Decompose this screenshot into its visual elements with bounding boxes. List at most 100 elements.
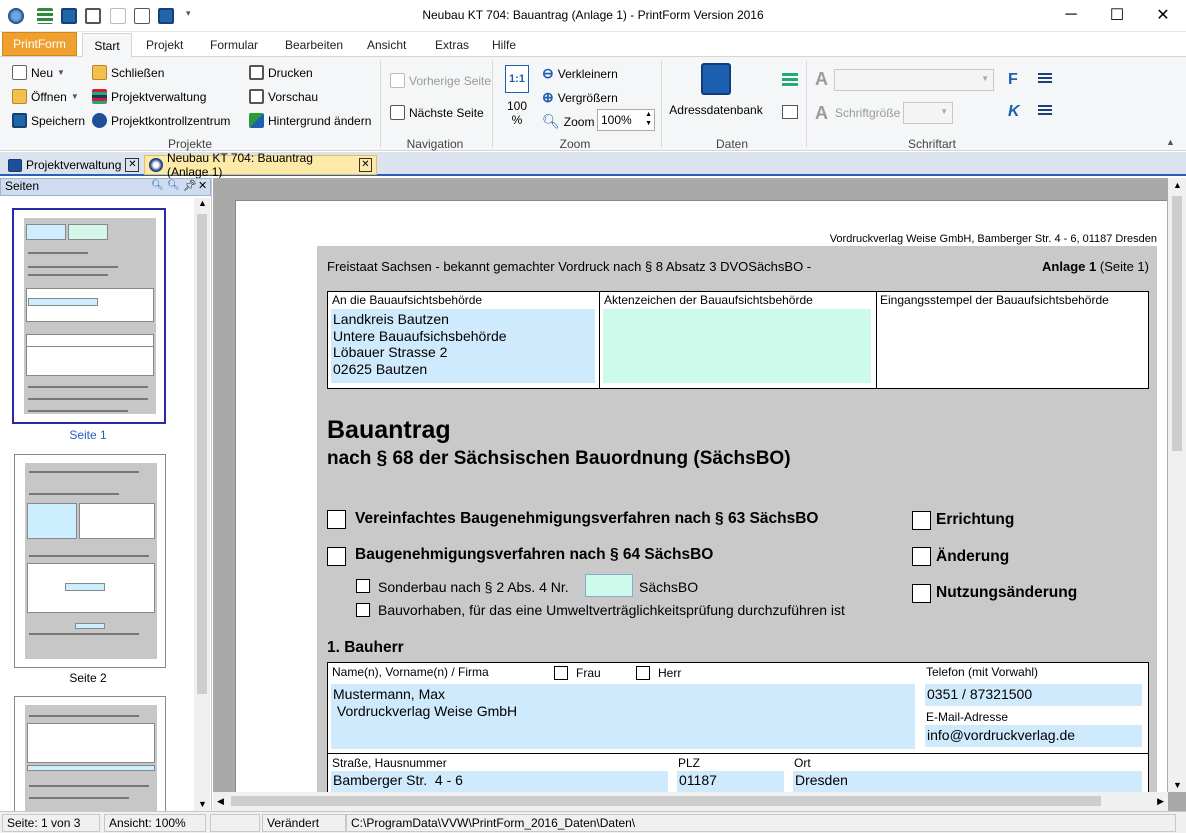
zoom-input[interactable]: 100% ▲ ▼ [597,109,655,131]
scroll-down-icon[interactable]: ▼ [198,799,207,809]
ort-label: Ort [794,756,811,770]
checkbox-herr[interactable] [636,666,650,680]
email-field[interactable]: info@vordruckverlag.de [925,725,1142,747]
plz-field[interactable]: 01187 [677,771,784,793]
checkbox-aenderung[interactable] [912,547,931,566]
open-button[interactable]: Öffnen ▼ [12,89,79,104]
printform-app-tab[interactable]: PrintForm [2,32,77,56]
checkbox-frau[interactable] [554,666,568,680]
tab-extras[interactable]: Extras [435,38,469,52]
scroll-right-icon[interactable]: ▶ [1157,796,1164,807]
tab-ansicht[interactable]: Ansicht [367,38,406,52]
pages-scrollbar[interactable]: ▲ ▼ [194,198,210,811]
thumb-line [28,410,128,412]
preview-button[interactable]: Vorschau [249,89,318,104]
checkbox-vereinfacht[interactable] [327,510,346,529]
change-background-button[interactable]: Hintergrund ändern [249,113,371,128]
address-database-button[interactable]: Adressdatenbank [668,63,764,117]
background-icon [249,113,264,128]
page-label-1[interactable]: Seite 1 [13,428,163,442]
italic-button[interactable]: K [1008,103,1020,121]
previous-page-button[interactable]: Vorherige Seite [390,73,491,88]
file-reference-field[interactable] [603,309,871,383]
font-family-select[interactable]: ▼ [834,69,994,91]
collapse-ribbon-icon[interactable]: ▲ [1166,137,1175,147]
project-management-button[interactable]: Projektverwaltung [92,89,206,104]
tab-hilfe[interactable]: Hilfe [492,38,516,52]
close-button[interactable]: ✕ [1140,0,1186,30]
new-button[interactable]: Neu ▼ [12,65,65,80]
close-tab-icon[interactable]: ✕ [125,158,140,172]
checkbox-baugenehmigung[interactable] [327,547,346,566]
font-size-select[interactable]: ▼ [903,102,953,124]
close-tab-icon[interactable]: ✕ [358,158,372,172]
doc-tab-bauantrag[interactable]: Neubau KT 704: Bauantrag (Anlage 1) ✕ [144,151,377,179]
clear-data-icon[interactable] [782,105,798,119]
checkbox-sonderbau[interactable] [356,579,370,593]
tab-start[interactable]: Start [82,33,132,57]
tab-bearbeiten[interactable]: Bearbeiten [285,38,343,52]
strasse-field[interactable]: Bamberger Str. 4 - 6 [331,771,668,793]
next-page-label: Nächste Seite [409,105,484,120]
ribbon-separator [492,61,493,147]
align-left-icon[interactable] [1038,73,1052,85]
scroll-up-icon[interactable]: ▲ [198,198,207,208]
maximize-button[interactable]: ☐ [1094,0,1140,30]
zoom-out-icon[interactable]: 🔍︎ [151,180,164,191]
zoom-in-button[interactable]: ⊕ Vergrößern [542,89,618,106]
checkbox-nutzungsaenderung[interactable] [912,584,931,603]
option-nutzungsaenderung-label: Nutzungsänderung [936,584,1078,601]
telefon-field[interactable]: 0351 / 87321500 [925,684,1142,706]
scroll-left-icon[interactable]: ◀ [217,796,224,807]
status-bar: Seite: 1 von 3 Ansicht: 100% Verändert C… [0,811,1186,833]
document-horizontal-scrollbar[interactable]: ◀ ▶ [213,792,1168,811]
checkbox-errichtung[interactable] [912,511,931,530]
page-thumbnail-2[interactable] [14,454,166,668]
document-vertical-scrollbar[interactable]: ▲ ▼ [1168,178,1186,792]
bold-button[interactable]: F [1008,71,1018,89]
scroll-up-icon[interactable]: ▲ [1173,180,1182,190]
page-label-2[interactable]: Seite 2 [13,671,163,685]
new-label: Neu [31,65,54,80]
spinner-icon[interactable]: ▲ ▼ [645,110,652,128]
actual-size-button[interactable]: 1:1 100 % [502,65,532,135]
thumb-field [27,503,77,539]
status-modified: Verändert [262,814,346,832]
zoom-out-button[interactable]: ⊖ Verkleinern [542,65,618,82]
checkbox-uvp[interactable] [356,603,370,617]
save-button[interactable]: Speichern [12,113,85,128]
check-list-icon[interactable] [782,73,798,87]
tab-formular[interactable]: Formular [210,38,258,52]
project-list-icon [92,89,107,104]
pages-scroll-thumb[interactable] [197,214,207,694]
print-label: Drucken [268,65,313,80]
ort-field[interactable]: Dresden [793,771,1142,793]
name-value-2: Vordruckverlag Weise GmbH [333,702,518,719]
zoom-in-icon[interactable]: 🔍︎ [167,180,180,191]
pages-pane: Seiten 🔍︎ 🔍︎ 📌︎ ✕ Seite 1 Seite 2 ▲ ▼ [0,178,212,811]
seite-label: (Seite 1) [1099,259,1149,274]
tab-projekt[interactable]: Projekt [146,38,183,52]
name-field[interactable]: Mustermann, Max Vordruckverlag Weise Gmb… [331,684,915,749]
doc-tab-projektverwaltung[interactable]: Projektverwaltung ✕ [4,155,144,175]
align-right-icon[interactable] [1038,105,1052,117]
thumb-line [29,555,149,557]
close-project-button[interactable]: Schließen [92,65,164,80]
scroll-down-icon[interactable]: ▼ [1173,780,1182,790]
minimize-button[interactable]: ─ [1048,0,1094,30]
chevron-down-icon: ▼ [940,107,948,116]
project-control-center-button[interactable]: Projektkontrollzentrum [92,113,230,128]
page-thumbnail-3[interactable] [14,696,166,811]
herr-label: Herr [658,666,682,680]
pin-icon[interactable]: 📌︎ [183,179,197,192]
folder-close-icon [92,65,107,80]
printer-icon [249,65,264,80]
page-thumbnail-1[interactable] [12,208,166,424]
document-vscroll-thumb[interactable] [1172,196,1182,451]
next-page-button[interactable]: Nächste Seite [390,105,484,120]
document-hscroll-thumb[interactable] [231,796,1101,806]
close-icon[interactable]: ✕ [198,179,207,192]
sonderbau-number-field[interactable] [585,574,633,597]
authority-address-field[interactable]: Landkreis Bautzen Untere Bauaufsichsbehö… [331,309,595,383]
print-button[interactable]: Drucken [249,65,313,80]
